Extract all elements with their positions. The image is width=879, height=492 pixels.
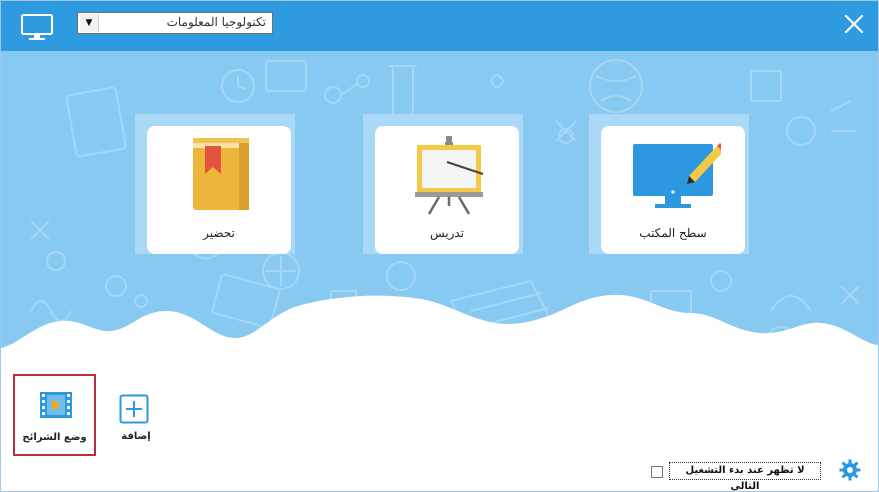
book-bookmark-icon [193,138,249,210]
gear-icon[interactable] [839,459,861,481]
mode-card-preparation[interactable]: تحضير [147,126,291,254]
mode-card-desktop[interactable]: سطح المكتب [601,126,745,254]
mode-label-desktop: سطح المكتب [639,226,707,240]
mode-label-preparation: تحضير [203,226,235,240]
slide-mode-label: وضع الشرائح [22,432,87,443]
slide-mode-button[interactable]: وضع الشرائح [13,374,96,456]
chevron-down-icon[interactable]: ▼ [80,14,99,32]
monitor-pencil-icon [633,143,721,208]
card-frame-teaching: تدريس [363,114,523,254]
mode-label-teaching: تدريس [429,226,465,240]
card-frame-preparation: تحضير [135,114,295,254]
close-icon[interactable] [843,13,865,35]
subject-selected-value: تكنولوجيا المعلومات [166,15,266,29]
subject-dropdown[interactable]: تكنولوجيا المعلومات ▼ [77,12,273,34]
add-label: إضافة [121,431,151,442]
monitor-icon [21,14,53,40]
startup-checkbox[interactable] [651,466,663,478]
startup-label[interactable]: لا تظهر عند بدء التشغيل التالي [669,462,821,491]
add-button[interactable]: إضافة [111,381,161,451]
plus-icon [119,394,149,424]
launcher-window: تكنولوجيا المعلومات ▼ تحضير تدريس سطح ال… [0,0,879,492]
card-frame-desktop: سطح المكتب [589,114,749,254]
film-play-icon [40,392,72,418]
whiteboard-icon [415,136,484,215]
startup-option: لا تظهر عند بدء التشغيل التالي [651,459,871,491]
title-bar: تكنولوجيا المعلومات ▼ [1,1,878,51]
mode-card-teaching[interactable]: تدريس [375,126,519,254]
